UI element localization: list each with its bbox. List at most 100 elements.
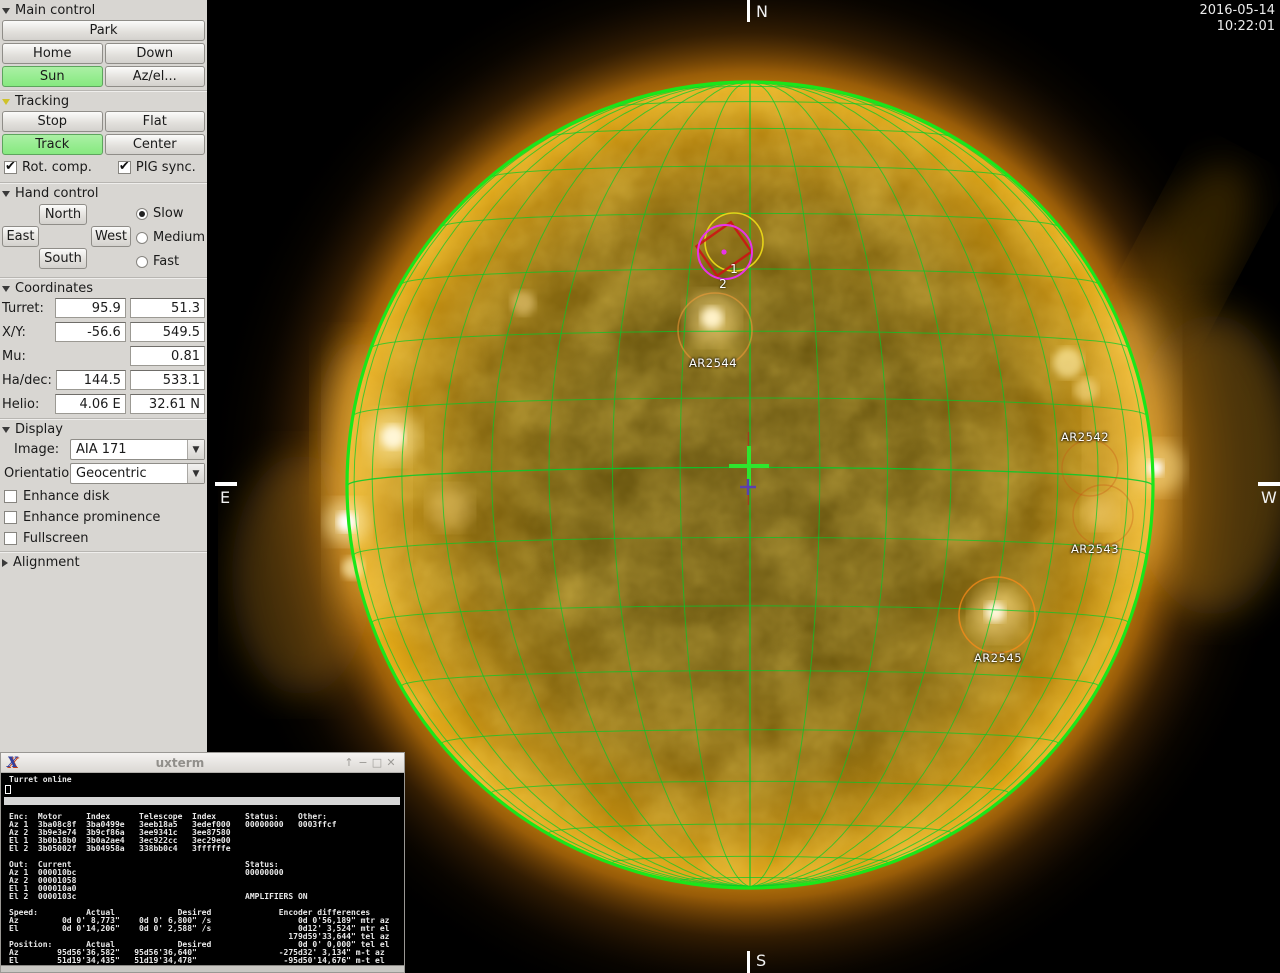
west-label: W — [1261, 488, 1277, 507]
coord-label: Mu: — [2, 349, 51, 364]
coord-row-helio: Helio: 4.06 E 32.61 N — [0, 394, 207, 414]
enhance-disk-checkbox[interactable]: Enhance disk — [0, 487, 207, 506]
coord-row-xy: X/Y: -56.6 549.5 — [0, 322, 207, 342]
home-button[interactable]: Home — [2, 43, 103, 64]
coord-row-turret: Turret: 95.9 51.3 — [0, 298, 207, 318]
close-button[interactable]: ✕ — [384, 756, 398, 769]
rollup-button[interactable]: ↑ — [342, 756, 356, 769]
section-coordinates[interactable]: Coordinates — [0, 277, 207, 298]
time-label: 10:22:01 — [1199, 19, 1275, 35]
expander-right-icon — [2, 559, 8, 567]
expander-down-icon — [2, 191, 10, 197]
fullscreen-checkbox[interactable]: Fullscreen — [0, 529, 207, 548]
ar-label-ar2545: AR2545 — [974, 651, 1022, 665]
section-tracking[interactable]: Tracking — [0, 90, 207, 111]
enhance-prominence-checkbox[interactable]: Enhance prominence — [0, 508, 207, 527]
datetime: 2016-05-14 10:22:01 — [1199, 3, 1275, 35]
terminal-bottom-edge — [1, 965, 404, 972]
terminal-input-bar — [4, 797, 400, 805]
track-button[interactable]: Track — [2, 134, 103, 155]
checkbox-icon — [4, 490, 17, 503]
radio-label: Slow — [153, 206, 183, 221]
chevron-down-icon: ▼ — [187, 464, 204, 483]
section-title: Coordinates — [15, 281, 93, 296]
coord-label: Ha/dec: — [2, 373, 52, 388]
terminal-cursor — [5, 785, 11, 794]
turret-field-2[interactable]: 51.3 — [130, 298, 205, 318]
west-tick — [1258, 482, 1280, 486]
turret-field-1[interactable]: 95.9 — [55, 298, 125, 318]
hadec-field-1[interactable]: 144.5 — [56, 370, 126, 390]
north-button[interactable]: North — [39, 204, 87, 225]
rot-comp-checkbox[interactable]: Rot. comp. — [4, 160, 92, 175]
chevron-down-icon: ▼ — [187, 440, 204, 459]
checkbox-label: Enhance prominence — [23, 510, 160, 525]
terminal-body: Enc: Motor Index Telescope Index Status:… — [9, 813, 390, 965]
down-button[interactable]: Down — [105, 43, 206, 64]
checkbox-icon — [4, 511, 17, 524]
section-title: Tracking — [15, 94, 69, 109]
slow-radio[interactable]: Slow — [136, 206, 205, 221]
ar-label-ar2544: AR2544 — [689, 356, 737, 370]
image-value: AIA 171 — [71, 442, 187, 457]
xy-field-2[interactable]: 549.5 — [130, 322, 205, 342]
checkbox-icon — [118, 161, 131, 174]
minimize-button[interactable]: − — [356, 756, 370, 769]
coord-row-mu: Mu: 0.81 — [0, 346, 207, 366]
center-button[interactable]: Center — [105, 134, 206, 155]
section-alignment[interactable]: Alignment — [0, 551, 207, 572]
coord-label: Turret: — [2, 301, 51, 316]
section-title: Main control — [15, 3, 95, 18]
uxterm-titlebar[interactable]: X uxterm ↑ − □ ✕ — [1, 753, 404, 773]
pig-sync-checkbox[interactable]: PIG sync. — [118, 160, 196, 175]
checkbox-label: Rot. comp. — [22, 160, 92, 175]
maximize-button[interactable]: □ — [370, 756, 384, 769]
terminal-content[interactable]: Turret online Enc: Motor Index Telescope… — [1, 773, 404, 972]
south-label: S — [756, 951, 766, 970]
checkbox-label: Enhance disk — [23, 489, 109, 504]
azel-button[interactable]: Az/el... — [105, 66, 206, 87]
radio-icon — [136, 208, 148, 220]
coord-label: X/Y: — [2, 325, 51, 340]
north-tick — [747, 0, 750, 22]
screen: N S E W AR2544AR2542AR2543AR254512 2016-… — [0, 0, 1280, 973]
ar-label-ar2543: AR2543 — [1071, 542, 1119, 556]
fast-radio[interactable]: Fast — [136, 254, 205, 269]
expander-down-icon — [2, 8, 10, 14]
medium-radio[interactable]: Medium — [136, 230, 205, 245]
section-hand-control[interactable]: Hand control — [0, 182, 207, 203]
terminal-status-line: Turret online — [9, 776, 72, 784]
stop-button[interactable]: Stop — [2, 111, 103, 132]
section-title: Alignment — [13, 555, 80, 570]
hadec-field-2[interactable]: 533.1 — [130, 370, 205, 390]
image-dropdown[interactable]: AIA 171 ▼ — [70, 439, 205, 460]
orientation-dropdown[interactable]: Geocentric ▼ — [70, 463, 205, 484]
south-button[interactable]: South — [39, 248, 87, 269]
helio-field-2[interactable]: 32.61 N — [130, 394, 205, 414]
mu-field[interactable]: 0.81 — [130, 346, 205, 366]
park-button[interactable]: Park — [2, 20, 205, 41]
orientation-value: Geocentric — [71, 466, 187, 481]
target-dot — [721, 249, 726, 254]
radio-icon — [136, 232, 148, 244]
east-label: E — [220, 488, 230, 507]
helio-field-1[interactable]: 4.06 E — [55, 394, 125, 414]
ar-label-ar2542: AR2542 — [1061, 430, 1109, 444]
xy-field-1[interactable]: -56.6 — [55, 322, 125, 342]
section-main-control[interactable]: Main control — [0, 0, 207, 20]
flat-button[interactable]: Flat — [105, 111, 206, 132]
checkbox-label: PIG sync. — [136, 160, 196, 175]
uxterm-window: X uxterm ↑ − □ ✕ Turret online Enc: Moto… — [0, 752, 405, 973]
date-label: 2016-05-14 — [1199, 3, 1275, 19]
coord-label: Helio: — [2, 397, 51, 412]
east-button[interactable]: East — [2, 226, 39, 247]
coord-row-hadec: Ha/dec: 144.5 533.1 — [0, 370, 207, 390]
east-tick — [215, 482, 237, 486]
west-button[interactable]: West — [91, 226, 131, 247]
radio-label: Medium — [153, 230, 205, 245]
mu-field-spacer — [55, 346, 125, 366]
image-label: Image: — [2, 442, 70, 457]
section-display[interactable]: Display — [0, 418, 207, 439]
sun-button[interactable]: Sun — [2, 66, 103, 87]
orientation-label: Orientation: — [2, 466, 70, 481]
